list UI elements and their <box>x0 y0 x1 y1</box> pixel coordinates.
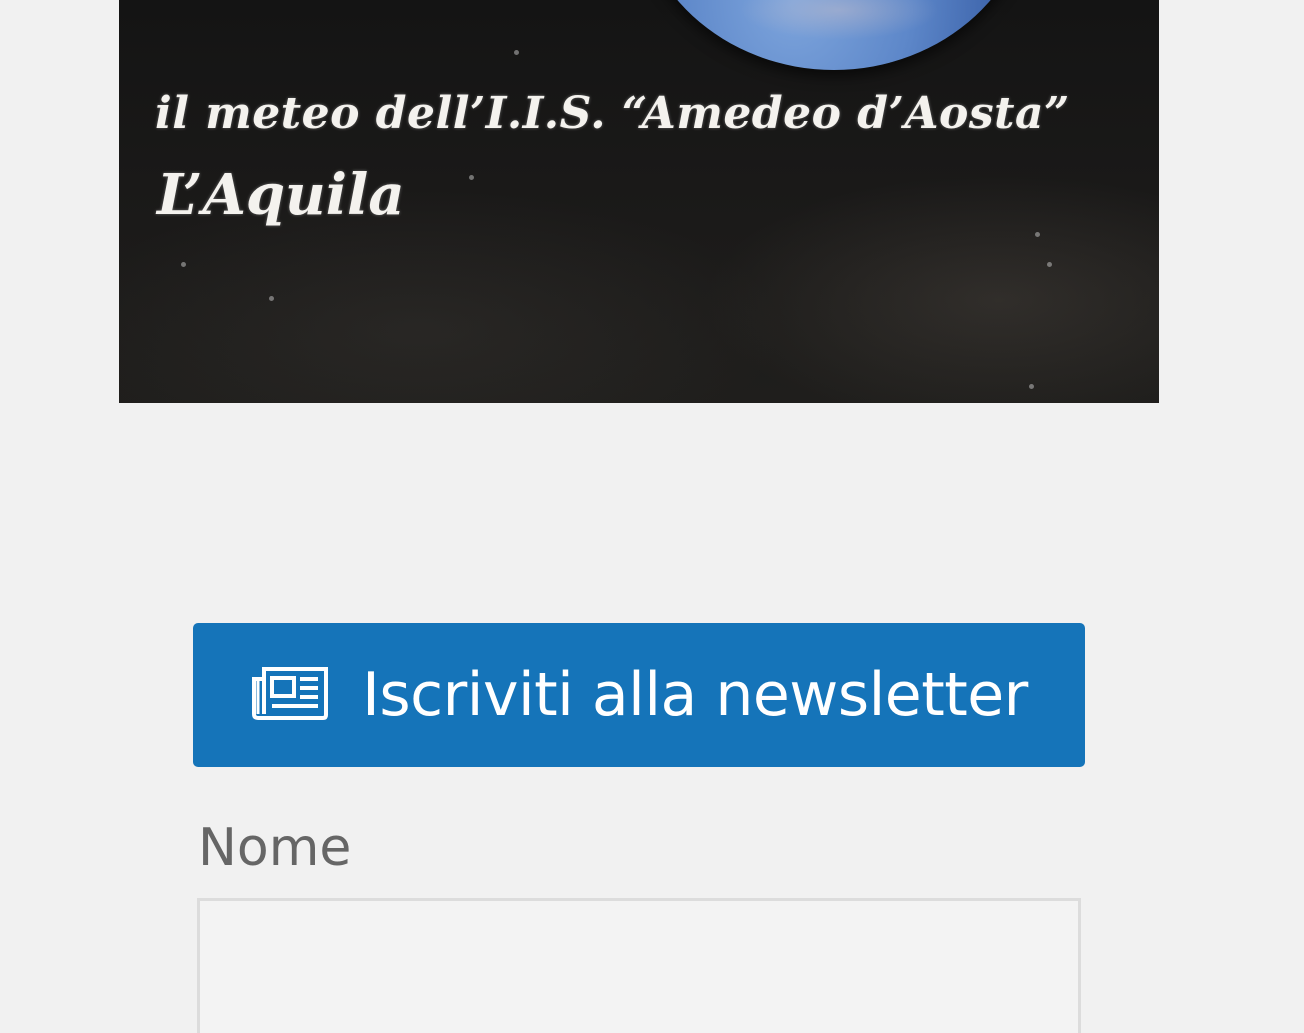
name-input[interactable] <box>197 898 1081 1033</box>
page: il meteo dell’I.I.S. “Amedeo d’Aosta” L’… <box>0 0 1304 1033</box>
banner-city: L’Aquila <box>157 162 405 228</box>
banner-subtitle: il meteo dell’I.I.S. “Amedeo d’Aosta” <box>155 88 1070 139</box>
star-dot <box>181 262 186 267</box>
star-dot <box>1029 384 1034 389</box>
subscribe-newsletter-button[interactable]: Iscriviti alla newsletter <box>193 623 1085 767</box>
star-dot <box>469 175 474 180</box>
newsletter-button-label: Iscriviti alla newsletter <box>362 660 1028 730</box>
newspaper-icon <box>250 665 330 721</box>
star-dot <box>514 50 519 55</box>
star-dot <box>269 296 274 301</box>
name-field-label: Nome <box>198 818 352 878</box>
header-banner-image: il meteo dell’I.I.S. “Amedeo d’Aosta” L’… <box>119 0 1159 403</box>
star-dot <box>1047 262 1052 267</box>
star-dot <box>1035 232 1040 237</box>
